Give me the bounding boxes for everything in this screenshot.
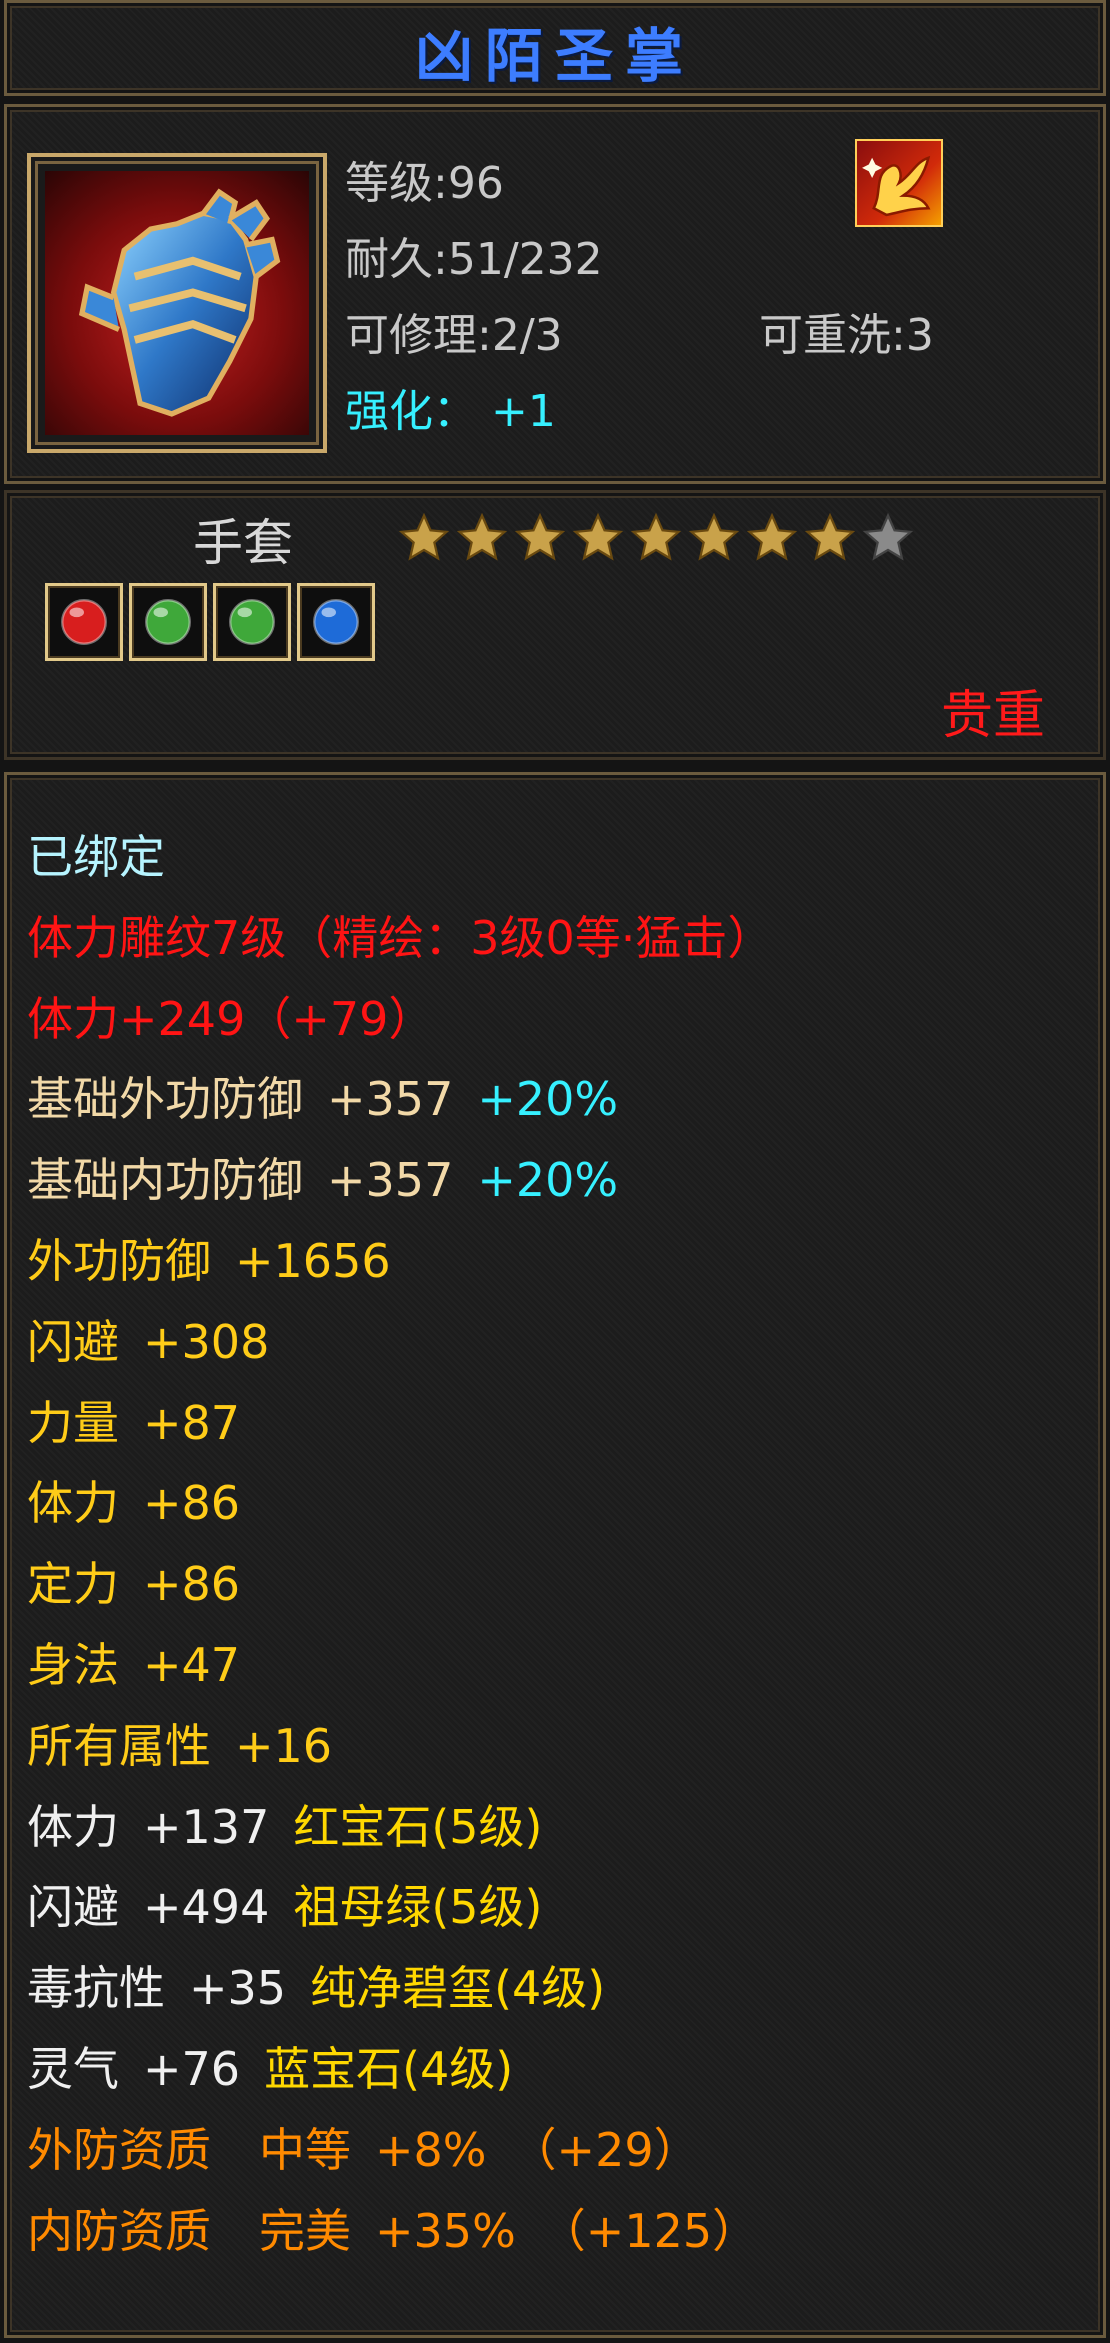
stat-row: 身法 +47 [27,1637,241,1692]
rewash-value: 3 [905,310,934,361]
engrave-stat-line: 体力+249（+79） [27,991,435,1046]
emerald-gem-icon [145,599,191,645]
enhance-value: +1 [491,386,556,437]
bound-status: 已绑定 [27,830,165,884]
emerald-gem-icon [229,599,275,645]
item-header: 等级:96 耐久:51/232 可修理:2/3 可重洗:3 强化： +1 [4,104,1106,484]
stat-row: 所有属性 +16 [27,1718,333,1773]
star-filled-icon [572,512,624,561]
item-tooltip: 凶陌圣掌 等级:96 耐久:51/232 可修理:2/3 可重洗:3 强化： +… [0,0,1110,2343]
rewash-label: 可重洗 [759,310,891,361]
gem-stat-row: 灵气 +76 蓝宝石(4级) [27,2041,514,2096]
level-label: 等级 [345,158,433,209]
engrave-line: 体力雕纹7级（精绘：3级0等·猛击） [27,910,774,965]
repair-line: 可修理:2/3 [345,310,563,361]
stat-row: 定力 +86 [27,1557,241,1612]
item-name: 凶陌圣掌 [414,22,695,90]
star-filled-icon [746,512,798,561]
rarity-label: 贵重 [940,686,1045,746]
level-value: 96 [447,158,504,209]
gem-socket[interactable] [213,583,291,661]
rewash-line: 可重洗:3 [759,310,934,361]
gem-socket[interactable] [45,583,123,661]
gem-stat-row: 闪避 +494 祖母绿(5级) [27,1880,543,1935]
star-filled-icon [804,512,856,561]
gem-stat-row: 毒抗性 +35 纯净碧玺(4级) [27,1961,606,2016]
star-filled-icon [630,512,682,561]
fire-phoenix-icon[interactable] [855,139,943,227]
stat-row: 体力 +86 [27,1476,241,1531]
star-filled-icon [456,512,508,561]
star-filled-icon [514,512,566,561]
stat-row: 力量 +87 [27,1395,241,1450]
base-def-row: 基础内功防御 +357 +20% [27,1153,619,1208]
quality-row: 内防资质 完美 +35% （+125） [27,2203,759,2258]
item-type: 手套 [193,514,293,572]
star-empty-icon [862,512,914,561]
star-filled-icon [398,512,450,561]
attribute-panel: 已绑定 体力雕纹7级（精绘：3级0等·猛击） 体力+249（+79） 基础外功防… [4,772,1106,2338]
base-def-row: 基础外功防御 +357 +20% [27,1072,619,1127]
stat-row: 外功防御 +1656 [27,1233,391,1288]
item-meta: 手套 贵重 [4,490,1106,760]
enhance-label: 强化 [345,386,433,437]
level-line: 等级:96 [345,158,504,209]
repair-value: 2/3 [491,310,563,361]
durability-line: 耐久:51/232 [345,234,603,285]
title-bar: 凶陌圣掌 [4,0,1106,96]
item-icon-frame[interactable] [27,153,327,453]
repair-label: 可修理 [345,310,477,361]
quality-row: 外防资质 中等 +8% （+29） [27,2122,700,2177]
gem-sockets [45,583,375,661]
star-filled-icon [688,512,740,561]
enhance-line: 强化： +1 [345,386,556,437]
durability-value: 51/232 [447,234,603,285]
attribute-list: 已绑定 体力雕纹7级（精绘：3级0等·猛击） 体力+249（+79） 基础外功防… [27,817,1083,2271]
durability-label: 耐久 [345,234,433,285]
stat-row: 闪避 +308 [27,1314,270,1369]
star-rating [397,511,915,565]
gem-socket[interactable] [129,583,207,661]
sapphire-gem-icon [313,599,359,645]
gem-socket[interactable] [297,583,375,661]
ruby-gem-icon [61,599,107,645]
gem-stat-row: 体力 +137 红宝石(5级) [27,1799,543,1854]
gauntlet-icon [78,188,281,417]
